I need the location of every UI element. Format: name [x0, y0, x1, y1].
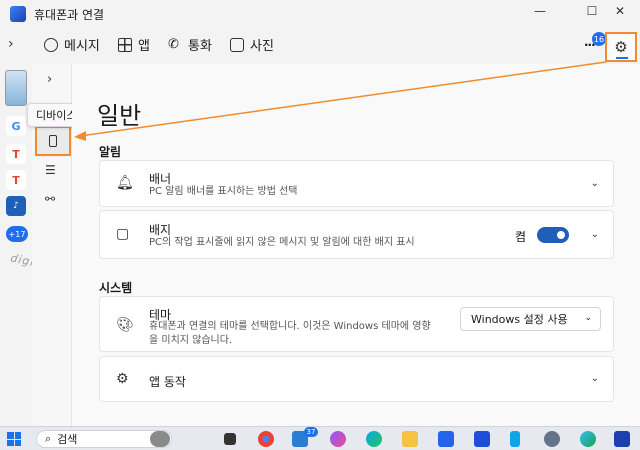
top-nav-bar: › 메시지 앱 ✆ 통화 사진 ··· 16 [0, 28, 640, 62]
tab-messages[interactable]: 메시지 [44, 35, 100, 54]
widget-icon[interactable] [150, 431, 170, 447]
app-behavior-icon: ⚙ [116, 371, 129, 387]
toggle-state-label: 켬 [515, 230, 527, 244]
palette-icon: 🎨︎ [116, 317, 134, 333]
task-view-icon[interactable] [224, 433, 236, 445]
title-bar: 휴대폰과 연결 — ☐ ✕ [0, 0, 640, 28]
badge-icon: ▢ [116, 226, 130, 242]
phone-link-logo-icon [10, 6, 26, 22]
tab-calls-label: 통화 [188, 39, 212, 54]
store-icon[interactable] [438, 431, 454, 447]
t-app-icon-2[interactable]: T [6, 170, 26, 190]
more-apps-badge[interactable]: +17 [6, 226, 28, 242]
photo-icon [230, 37, 244, 52]
expand-chevron-icon[interactable]: › [8, 36, 14, 52]
device-icon [49, 135, 57, 147]
taskbar: ⌕ 검색 37 [0, 426, 640, 450]
tab-apps[interactable]: 앱 [118, 35, 150, 54]
settings-active-indicator [616, 57, 628, 59]
phone-thumbnail[interactable] [5, 70, 27, 106]
tab-apps-label: 앱 [138, 39, 150, 54]
section-title-system: 시스템 [99, 281, 133, 295]
chevron-down-icon: ⌄ [584, 313, 592, 323]
theme-setting-card[interactable]: 🎨︎ 테마 휴대폰과 연결의 테마를 선택합니다. 이것은 Windows 테마… [99, 296, 614, 352]
edge-icon[interactable] [366, 431, 382, 447]
apps-icon [118, 37, 132, 52]
notification-badge: 16 [592, 32, 606, 46]
app-title: 휴대폰과 연결 [34, 8, 105, 22]
app-behavior-card[interactable]: ⚙ 앱 동작 ⌄ [99, 356, 614, 402]
gear-icon: ⚙ [614, 38, 628, 56]
t-app-icon[interactable]: T [6, 144, 26, 164]
vscode-icon[interactable] [510, 431, 520, 447]
search-icon: ⌕ [45, 432, 52, 445]
file-explorer-icon[interactable] [402, 431, 418, 447]
phone-icon: ✆ [168, 36, 179, 52]
theme-dropdown-value: Windows 설정 사용 [471, 313, 568, 326]
banner-description: PC 알림 배너를 표시하는 방법 선택 [149, 186, 298, 197]
theme-description-line1: 휴대폰과 연결의 테마를 선택합니다. 이것은 Windows 테마에 영향 [149, 321, 431, 332]
chevron-down-icon[interactable]: ⌄ [591, 229, 599, 240]
mail-badge: 37 [304, 427, 318, 437]
bell-app-icon[interactable]: ♪ [6, 196, 26, 216]
theme-description-line2: 을 미치지 않습니다. [149, 335, 233, 346]
list-settings-icon[interactable]: ☰ [45, 163, 56, 177]
badge-setting-card[interactable]: ▢ 배지 PC의 작업 표시줄에 읽지 않은 메시지 및 알림에 대한 배지 표… [99, 210, 614, 259]
chevron-down-icon[interactable]: ⌄ [591, 178, 599, 189]
tab-photos[interactable]: 사진 [230, 35, 274, 54]
tab-calls[interactable]: ✆ 통화 [168, 35, 212, 54]
app-behavior-title: 앱 동작 [149, 375, 186, 389]
windows-start-icon[interactable] [7, 432, 21, 446]
badge-description: PC의 작업 표시줄에 읽지 않은 메시지 및 알림에 대한 배지 표시 [149, 237, 415, 248]
close-button[interactable]: ✕ [600, 0, 640, 22]
copilot-icon[interactable] [330, 431, 346, 447]
dropbox-icon[interactable] [474, 431, 490, 447]
settings-taskbar-icon[interactable] [544, 431, 560, 447]
chrome-icon[interactable] [258, 431, 274, 447]
subnav-expand-chevron-icon[interactable]: › [47, 72, 52, 87]
banner-setting-card[interactable]: 🔔︎ 배너 PC 알림 배너를 표시하는 방법 선택 ⌄ [99, 160, 614, 207]
page-title: 일반 [97, 102, 142, 130]
message-icon [44, 37, 58, 52]
badge-toggle[interactable] [537, 227, 569, 243]
features-icon[interactable]: ⚯ [45, 192, 55, 206]
tab-photos-label: 사진 [250, 39, 274, 54]
bell-icon: 🔔︎ [116, 175, 134, 191]
search-placeholder: 검색 [57, 433, 78, 446]
section-title-notifications: 알림 [99, 145, 122, 159]
tab-messages-label: 메시지 [64, 39, 100, 54]
globe-icon[interactable] [580, 431, 596, 447]
google-app-icon[interactable]: G [6, 116, 26, 136]
chevron-down-icon[interactable]: ⌄ [591, 373, 599, 384]
minimize-button[interactable]: — [520, 0, 560, 22]
phone-link-taskbar-icon[interactable] [614, 431, 630, 447]
toggle-knob [557, 231, 565, 239]
theme-dropdown[interactable]: Windows 설정 사용 ⌄ [460, 307, 601, 331]
subnav-devices-button[interactable] [35, 126, 71, 156]
